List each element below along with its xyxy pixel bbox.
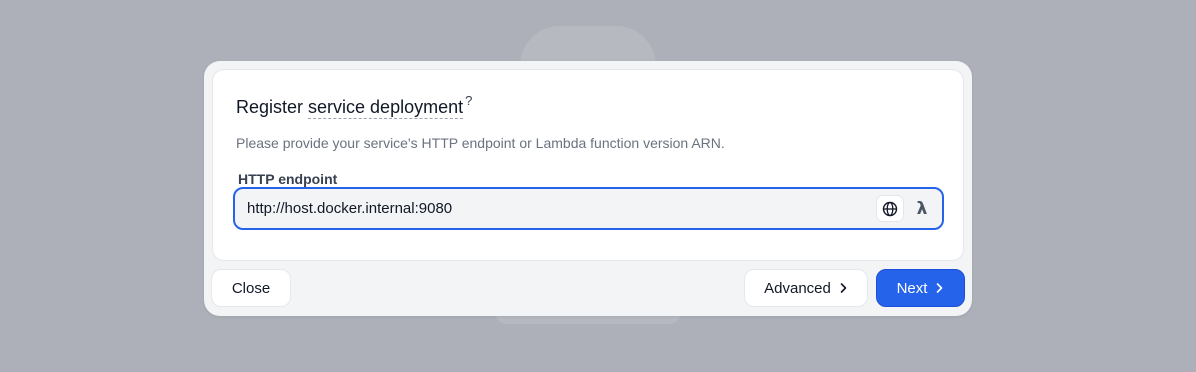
dialog-description: Please provide your service's HTTP endpo… — [236, 135, 725, 151]
globe-icon — [882, 201, 898, 216]
chevron-right-icon — [839, 282, 848, 294]
next-button-label: Next — [896, 279, 928, 297]
lambda-arn-toggle[interactable]: λ — [908, 195, 936, 222]
endpoint-input-wrapper: λ — [233, 187, 944, 230]
next-button[interactable]: Next — [876, 269, 965, 307]
http-endpoint-toggle[interactable] — [876, 195, 904, 222]
close-button[interactable]: Close — [211, 269, 291, 307]
lambda-icon: λ — [916, 198, 928, 219]
endpoint-input[interactable] — [247, 189, 847, 228]
chevron-right-icon — [935, 282, 944, 294]
advanced-button[interactable]: Advanced — [744, 269, 868, 307]
register-deployment-dialog: Register service deployment ? Please pro… — [204, 61, 972, 316]
dialog-title: Register service deployment ? — [236, 93, 472, 119]
advanced-button-label: Advanced — [764, 279, 831, 297]
close-button-label: Close — [231, 279, 271, 297]
dialog-content: Register service deployment ? Please pro… — [212, 69, 964, 261]
title-text: Register — [236, 97, 304, 117]
help-marker[interactable]: ? — [465, 93, 472, 108]
title-term[interactable]: service deployment — [308, 97, 464, 119]
endpoint-field-label: HTTP endpoint — [238, 171, 338, 187]
